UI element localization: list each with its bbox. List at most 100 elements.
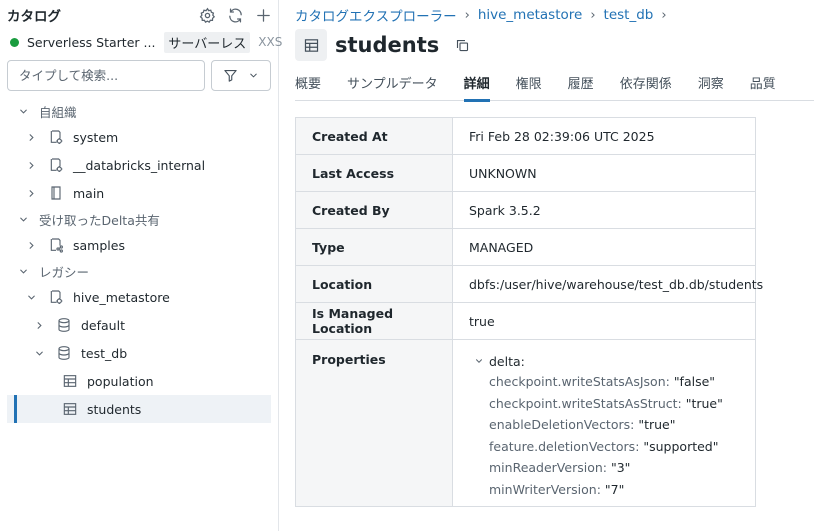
sidebar-header-actions xyxy=(197,5,273,25)
property-value: "true" xyxy=(638,417,676,432)
warehouse-name: Serverless Starter ... xyxy=(27,34,156,50)
property-key: minReaderVersion xyxy=(489,460,603,475)
detail-value: Fri Feb 28 02:39:06 UTC 2025 xyxy=(469,128,655,144)
property-item: minWriterVersion: "7" xyxy=(489,481,625,497)
tree-item-students[interactable]: students xyxy=(7,395,271,423)
detail-key: Created By xyxy=(296,192,453,228)
detail-key: Is Managed Location xyxy=(296,303,453,339)
tree-label: 受け取ったDelta共有 xyxy=(39,212,160,228)
tree-section-my-org[interactable]: 自組織 xyxy=(15,97,77,125)
breadcrumb-separator-icon: › xyxy=(590,7,596,23)
catalog-sidebar: カタログ Serverless Starter ... サーバーレス XXS 自… xyxy=(0,0,282,531)
tab-permissions[interactable]: 権限 xyxy=(516,75,542,101)
detail-value: dbfs:/user/hive/warehouse/test_db.db/stu… xyxy=(469,276,764,292)
chevron-down-icon[interactable] xyxy=(473,355,485,367)
chevron-down-icon[interactable] xyxy=(15,263,31,279)
detail-key: Type xyxy=(296,229,453,265)
tree-item-population[interactable]: population xyxy=(61,367,154,395)
filter-button[interactable] xyxy=(211,60,271,91)
property-key: minWriterVersion xyxy=(489,481,597,497)
tree-label: default xyxy=(81,317,125,333)
property-item: checkpoint.writeStatsAsStruct: "true" xyxy=(489,395,723,411)
properties-group-toggle[interactable]: delta: xyxy=(473,351,525,371)
tree-item-samples[interactable]: samples xyxy=(23,231,125,259)
breadcrumb-catalog-explorer[interactable]: カタログエクスプローラー xyxy=(295,5,457,25)
warehouse-size: XXS xyxy=(258,35,283,49)
chevron-down-icon[interactable] xyxy=(15,103,31,119)
properties-group-label: delta: xyxy=(489,353,525,369)
table-row: Type MANAGED xyxy=(296,229,755,266)
property-key: checkpoint.writeStatsAsJson xyxy=(489,374,666,389)
chevron-down-icon[interactable] xyxy=(15,211,31,227)
breadcrumb-test-db[interactable]: test_db xyxy=(604,7,654,23)
detail-value: MANAGED xyxy=(469,239,534,255)
detail-key: Properties xyxy=(296,340,453,506)
chevron-down-icon[interactable] xyxy=(23,289,39,305)
tree-item-databricks-internal[interactable]: __databricks_internal xyxy=(23,151,205,179)
breadcrumb: カタログエクスプローラー › hive_metastore › test_db … xyxy=(295,5,667,25)
tree-section-received-delta-shares[interactable]: 受け取ったDelta共有 xyxy=(15,205,160,233)
detail-key: Last Access xyxy=(296,155,453,191)
property-value: "7" xyxy=(604,481,625,497)
chevron-right-icon[interactable] xyxy=(23,185,39,201)
chevron-right-icon[interactable] xyxy=(23,129,39,145)
filter-funnel-icon xyxy=(224,69,237,82)
tree-label: hive_metastore xyxy=(73,289,170,305)
property-item: minReaderVersion: "3" xyxy=(489,460,631,475)
property-value: "true" xyxy=(685,395,723,411)
detail-key: Location xyxy=(296,266,453,302)
tab-sample-data[interactable]: サンプルデータ xyxy=(347,75,438,101)
tree-item-default[interactable]: default xyxy=(31,311,125,339)
breadcrumb-hive-metastore[interactable]: hive_metastore xyxy=(478,7,583,23)
tree-item-hive-metastore[interactable]: hive_metastore xyxy=(23,283,170,311)
tab-lineage[interactable]: 依存関係 xyxy=(620,75,672,101)
chevron-down-icon xyxy=(250,73,257,78)
page-header: students xyxy=(295,29,471,61)
property-value: "3" xyxy=(610,460,631,475)
detail-key: Created At xyxy=(296,118,453,154)
tab-details[interactable]: 詳細 xyxy=(463,75,490,102)
tree-item-main[interactable]: main xyxy=(23,179,104,207)
table-row: Is Managed Location true xyxy=(296,303,755,340)
tree-label: レガシー xyxy=(39,264,90,280)
chevron-right-icon[interactable] xyxy=(31,317,47,333)
details-table: Created At Fri Feb 28 02:39:06 UTC 2025 … xyxy=(295,117,763,507)
catalog-search-input[interactable] xyxy=(7,60,205,91)
detail-value: Spark 3.5.2 xyxy=(469,202,541,218)
copy-icon[interactable] xyxy=(453,36,471,54)
properties-tree: delta: checkpoint.writeStatsAsJson: "fal… xyxy=(453,340,723,506)
table-icon xyxy=(61,372,79,390)
tree-label: __databricks_internal xyxy=(73,157,206,173)
property-item: feature.deletionVectors: "supported" xyxy=(489,438,719,454)
tab-quality[interactable]: 品質 xyxy=(750,75,776,101)
settings-gear-icon[interactable] xyxy=(197,5,217,25)
tab-insights[interactable]: 洞察 xyxy=(698,75,724,101)
sidebar-title: カタログ xyxy=(7,9,61,25)
breadcrumb-separator-icon: › xyxy=(464,7,470,23)
tree-item-system[interactable]: system xyxy=(23,123,118,151)
database-schema-icon xyxy=(55,316,73,334)
book-catalog-icon xyxy=(47,184,65,202)
warehouse-selector[interactable]: Serverless Starter ... サーバーレス XXS xyxy=(10,31,282,53)
tab-overview[interactable]: 概要 xyxy=(295,75,321,101)
chevron-right-icon[interactable] xyxy=(23,237,39,253)
chevron-right-icon[interactable] xyxy=(23,157,39,173)
tree-item-test-db[interactable]: test_db xyxy=(31,339,127,367)
tree-label: 自組織 xyxy=(39,104,77,120)
table-row: Location dbfs:/user/hive/warehouse/test_… xyxy=(296,266,763,303)
property-item: checkpoint.writeStatsAsJson: "false" xyxy=(489,374,716,389)
add-plus-icon[interactable] xyxy=(253,5,273,25)
property-value: "false" xyxy=(673,374,716,389)
refresh-icon[interactable] xyxy=(225,5,245,25)
tab-bar: 概要 サンプルデータ 詳細 権限 履歴 依存関係 洞察 品質 xyxy=(295,75,814,102)
warehouse-type-badge: サーバーレス xyxy=(164,31,251,53)
database-schema-icon xyxy=(55,344,73,362)
chevron-down-icon[interactable] xyxy=(31,345,47,361)
property-key: checkpoint.writeStatsAsStruct xyxy=(489,395,678,411)
tree-label: samples xyxy=(73,237,125,253)
tree-section-legacy[interactable]: レガシー xyxy=(15,257,89,285)
property-key: feature.deletionVectors xyxy=(489,438,636,454)
main-panel: カタログエクスプローラー › hive_metastore › test_db … xyxy=(280,0,814,531)
tab-history[interactable]: 履歴 xyxy=(568,75,594,101)
shared-catalog-icon xyxy=(47,236,65,254)
